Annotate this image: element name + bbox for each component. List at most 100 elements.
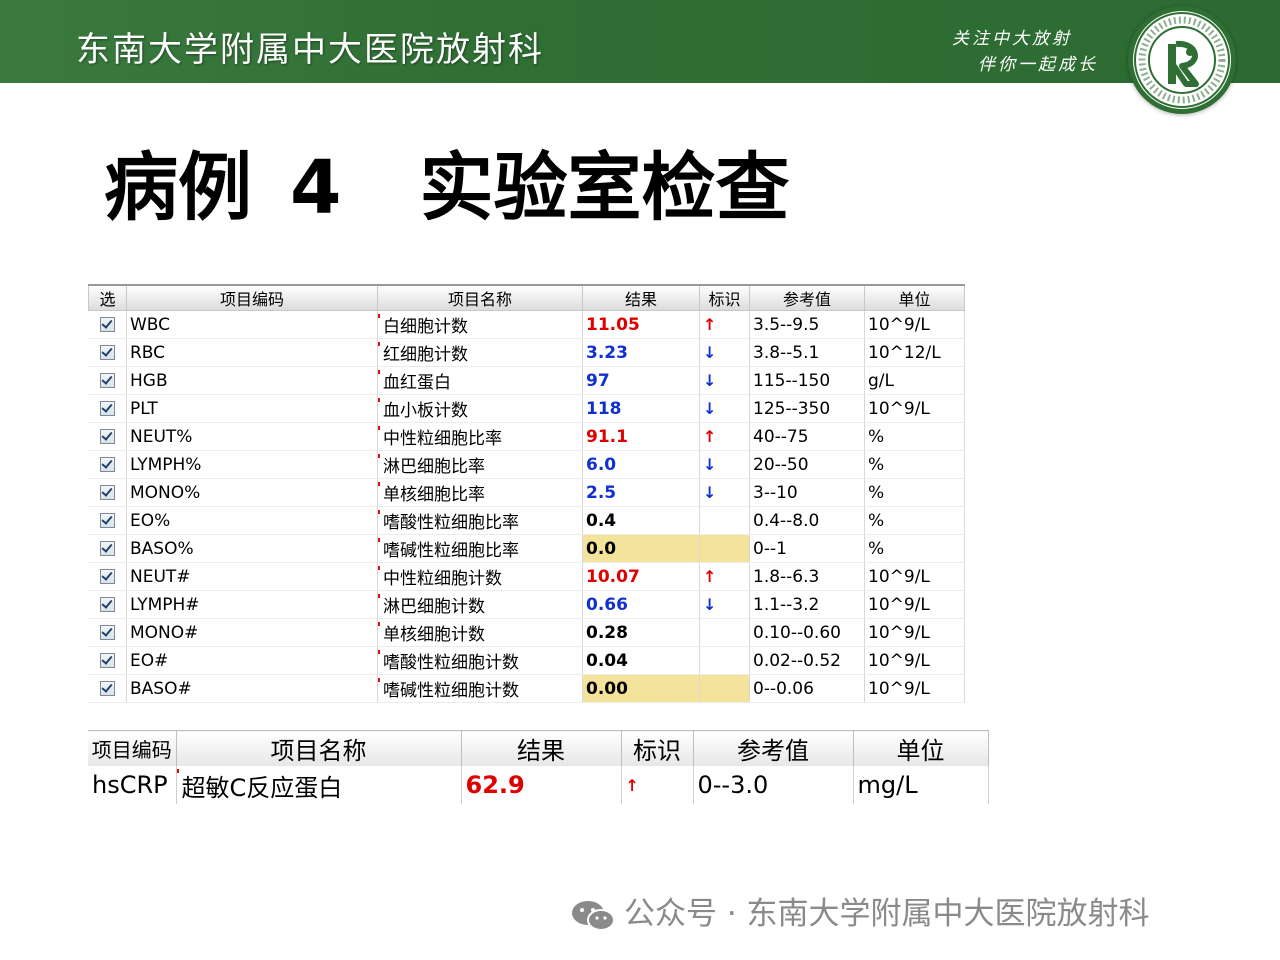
item-name-cell: 红细胞计数 xyxy=(377,338,583,367)
row-select-cell[interactable] xyxy=(88,422,127,451)
crp-column-header-code[interactable]: 项目编码 xyxy=(88,730,177,766)
crp-column-header-name[interactable]: 项目名称 xyxy=(176,730,462,766)
hospital-department-title: 东南大学附属中大医院放射科 xyxy=(76,30,544,70)
required-marker xyxy=(378,398,380,402)
table-row[interactable]: LYMPH% 淋巴细胞比率 6.0 ↓ 20--50% xyxy=(88,450,965,479)
checkbox-checked[interactable] xyxy=(99,681,115,696)
table-row[interactable]: NEUT% 中性粒细胞比率 91.1 ↑ 40--75% xyxy=(88,422,965,451)
item-name-text: 单核细胞比率 xyxy=(383,485,485,505)
arrow-down-icon: ↓ xyxy=(699,338,750,367)
row-select-cell[interactable] xyxy=(88,450,127,479)
item-code-cell: WBC xyxy=(126,310,378,339)
unit-cell: 10^9/L xyxy=(864,674,965,703)
table-row[interactable]: EO% 嗜酸性粒细胞比率 0.4 0.4--8.0% xyxy=(88,506,965,535)
required-marker xyxy=(378,426,380,430)
result-cell: 118 xyxy=(582,394,700,423)
item-name-cell: 白细胞计数 xyxy=(377,310,583,339)
row-select-cell[interactable] xyxy=(88,338,127,367)
column-header-code[interactable]: 项目编码 xyxy=(126,284,378,311)
row-select-cell[interactable] xyxy=(88,506,127,535)
item-code-cell: LYMPH% xyxy=(126,450,378,479)
table-row[interactable]: RBC 红细胞计数 3.23 ↓ 3.8--5.1 10^12/L xyxy=(88,338,965,367)
table-row[interactable]: EO# 嗜酸性粒细胞计数 0.04 0.02--0.52 10^9/L xyxy=(88,646,965,675)
column-header-result[interactable]: 结果 xyxy=(582,284,700,311)
checkbox-checked[interactable] xyxy=(99,401,115,416)
crp-table: 项目编码 项目名称 结果 标识 参考值 单位 hsCRP 超敏C反应蛋白 62.… xyxy=(88,730,989,804)
checkbox-checked[interactable] xyxy=(99,513,115,528)
slide-heading: 病例 4 实验室检查 xyxy=(104,128,790,235)
reference-range-cell: 3.8--5.1 xyxy=(749,338,865,367)
checkbox-checked[interactable] xyxy=(99,429,115,444)
item-code-cell: NEUT# xyxy=(126,562,378,591)
checkbox-checked[interactable] xyxy=(99,317,115,332)
row-select-cell[interactable] xyxy=(88,618,127,647)
item-name-text: 白细胞计数 xyxy=(383,317,468,337)
checkbox-checked[interactable] xyxy=(99,569,115,584)
table-row[interactable]: BASO# 嗜碱性粒细胞计数 0.00 0--0.06 10^9/L xyxy=(88,674,965,703)
table-row[interactable]: LYMPH# 淋巴细胞计数 0.66 ↓ 1.1--3.2 10^9/L xyxy=(88,590,965,619)
arrow-down-icon: ↓ xyxy=(699,450,750,479)
table-row[interactable]: hsCRP 超敏C反应蛋白 62.9 ↑ 0--3.0 mg/L xyxy=(88,766,989,804)
table-row[interactable]: MONO% 单核细胞比率 2.5 ↓ 3--10% xyxy=(88,478,965,507)
row-select-cell[interactable] xyxy=(88,394,127,423)
crp-column-header-result[interactable]: 结果 xyxy=(461,730,622,766)
table-row[interactable]: BASO% 嗜碱性粒细胞比率 0.0 0--1% xyxy=(88,534,965,563)
table-row[interactable]: HGB 血红蛋白 97 ↓ 115--150 g/L xyxy=(88,366,965,395)
column-header-unit[interactable]: 单位 xyxy=(864,284,965,311)
checkbox-checked[interactable] xyxy=(99,625,115,640)
column-header-reference[interactable]: 参考值 xyxy=(749,284,865,311)
unit-cell: % xyxy=(864,450,965,479)
crp-column-header-unit[interactable]: 单位 xyxy=(853,730,989,766)
department-logo xyxy=(1128,6,1236,114)
checkbox-checked[interactable] xyxy=(99,541,115,556)
unit-cell: % xyxy=(864,534,965,563)
row-select-cell[interactable] xyxy=(88,478,127,507)
unit-cell: g/L xyxy=(864,366,965,395)
item-code-cell: EO% xyxy=(126,506,378,535)
column-header-name[interactable]: 项目名称 xyxy=(377,284,583,311)
checkbox-checked[interactable] xyxy=(99,345,115,360)
table-row[interactable]: NEUT# 中性粒细胞计数 10.07 ↑ 1.8--6.3 10^9/L xyxy=(88,562,965,591)
arrow-up-icon: ↑ xyxy=(699,562,750,591)
item-code-cell: PLT xyxy=(126,394,378,423)
slogan-line-2: 伴你一起成长 xyxy=(978,55,1098,75)
reference-range-cell: 20--50 xyxy=(749,450,865,479)
table-row[interactable]: MONO# 单核细胞计数 0.28 0.10--0.60 10^9/L xyxy=(88,618,965,647)
column-header-flag[interactable]: 标识 xyxy=(699,284,750,311)
item-name-text: 嗜碱性粒细胞计数 xyxy=(383,681,519,701)
row-select-cell[interactable] xyxy=(88,562,127,591)
item-code-cell: BASO# xyxy=(126,674,378,703)
crp-column-header-reference[interactable]: 参考值 xyxy=(693,730,854,766)
arrow-down-icon: ↓ xyxy=(699,478,750,507)
checkbox-checked[interactable] xyxy=(99,597,115,612)
department-logo-graphic xyxy=(1133,11,1231,109)
row-select-cell[interactable] xyxy=(88,310,127,339)
checkbox-checked[interactable] xyxy=(99,485,115,500)
row-select-cell[interactable] xyxy=(88,590,127,619)
item-code-cell: RBC xyxy=(126,338,378,367)
row-select-cell[interactable] xyxy=(88,534,127,563)
item-name-text: 红细胞计数 xyxy=(383,345,468,365)
arrow-down-icon: ↓ xyxy=(699,394,750,423)
result-cell: 0.66 xyxy=(582,590,700,619)
item-name-cell: 淋巴细胞比率 xyxy=(377,450,583,479)
item-name-cell: 单核细胞比率 xyxy=(377,478,583,507)
item-name-cell: 血红蛋白 xyxy=(377,366,583,395)
checkbox-checked[interactable] xyxy=(99,457,115,472)
crp-name-cell: 超敏C反应蛋白 xyxy=(176,766,462,804)
arrow-down-icon: ↓ xyxy=(699,590,750,619)
row-select-cell[interactable] xyxy=(88,674,127,703)
required-marker xyxy=(378,650,380,654)
table-row[interactable]: PLT 血小板计数 118 ↓ 125--350 10^9/L xyxy=(88,394,965,423)
checkbox-checked[interactable] xyxy=(99,373,115,388)
row-select-cell[interactable] xyxy=(88,646,127,675)
result-cell: 6.0 xyxy=(582,450,700,479)
reference-range-cell: 115--150 xyxy=(749,366,865,395)
item-name-cell: 中性粒细胞计数 xyxy=(377,562,583,591)
table-row[interactable]: WBC 白细胞计数 11.05 ↑ 3.5--9.5 10^9/L xyxy=(88,310,965,339)
column-header-select[interactable]: 选 xyxy=(88,284,127,311)
row-select-cell[interactable] xyxy=(88,366,127,395)
checkbox-checked[interactable] xyxy=(99,653,115,668)
wechat-icon xyxy=(572,900,615,931)
crp-column-header-flag[interactable]: 标识 xyxy=(621,730,694,766)
